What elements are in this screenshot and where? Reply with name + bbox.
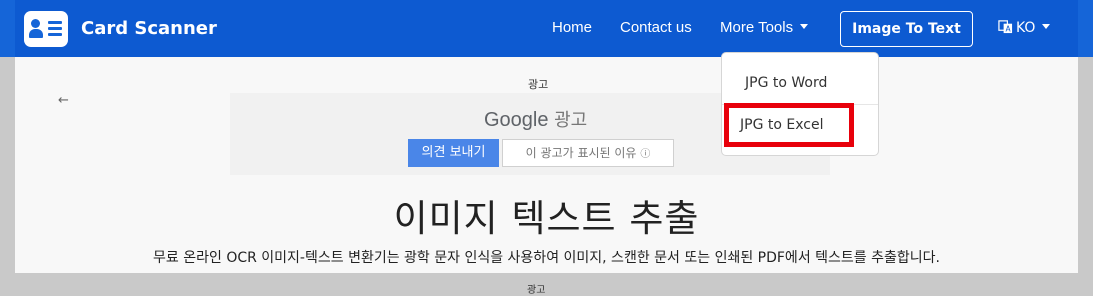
nav-contact[interactable]: Contact us bbox=[620, 19, 692, 36]
page-title: 이미지 텍스트 추출 bbox=[393, 197, 700, 240]
translate-icon: A bbox=[998, 20, 1013, 34]
image-to-text-button[interactable]: Image To Text bbox=[840, 11, 973, 47]
google-ads-suffix: 광고 bbox=[554, 110, 588, 131]
dropdown-item-jpg-to-excel[interactable]: JPG to Excel bbox=[724, 103, 854, 147]
brand-name[interactable]: Card Scanner bbox=[81, 18, 217, 39]
page-description: 무료 온라인 OCR 이미지-텍스트 변환기는 광학 문자 인식을 사용하여 이… bbox=[153, 250, 940, 266]
more-tools-dropdown: JPG to Word JPG to Excel bbox=[721, 52, 879, 156]
nav-more-tools[interactable]: More Tools bbox=[720, 19, 809, 36]
nav-more-tools-label: More Tools bbox=[720, 19, 794, 36]
dropdown-item-jpg-to-word[interactable]: JPG to Word bbox=[745, 75, 827, 91]
id-card-icon[interactable] bbox=[24, 11, 68, 47]
language-label: KO bbox=[1016, 20, 1036, 36]
google-brand: Google bbox=[484, 109, 549, 131]
send-feedback-button[interactable]: 의견 보내기 bbox=[408, 139, 499, 167]
google-ads-label: Google 광고 bbox=[484, 106, 587, 132]
svg-text:A: A bbox=[1006, 25, 1012, 34]
why-this-ad-button[interactable]: 이 광고가 표시된 이유 ⓘ bbox=[502, 139, 674, 167]
ad-label: 광고 bbox=[528, 78, 549, 91]
back-arrow-icon[interactable]: ← bbox=[58, 93, 69, 108]
navbar: Card Scanner Home Contact us More Tools … bbox=[0, 0, 1093, 57]
language-selector[interactable]: A KO bbox=[998, 19, 1051, 36]
nav-home[interactable]: Home bbox=[552, 19, 592, 36]
caret-down-icon bbox=[800, 24, 809, 29]
why-this-ad-label: 이 광고가 표시된 이유 bbox=[525, 146, 637, 160]
info-icon: ⓘ bbox=[640, 149, 651, 160]
caret-down-icon bbox=[1042, 24, 1051, 29]
